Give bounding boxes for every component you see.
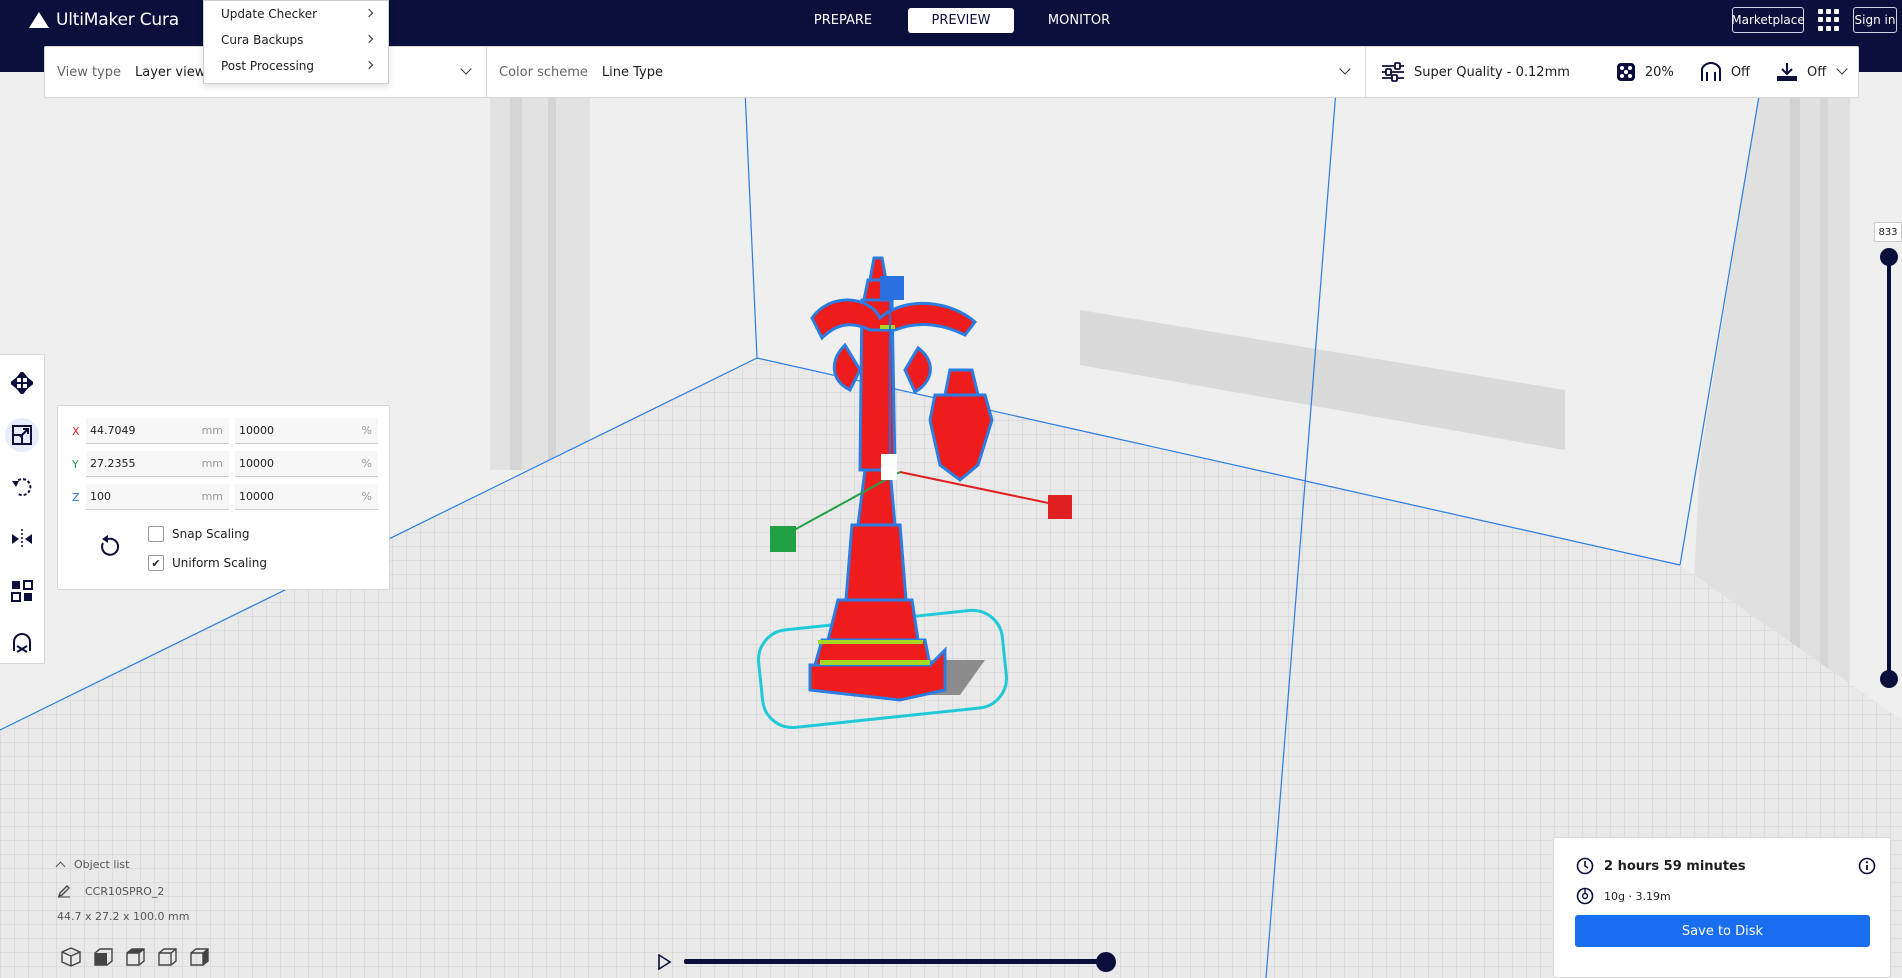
color-scheme-chevron-down-icon[interactable]: [1339, 63, 1351, 75]
tab-monitor[interactable]: MONITOR: [1026, 8, 1132, 33]
tool-toolbar: [0, 354, 45, 664]
snap-scaling-checkbox[interactable]: Snap Scaling: [148, 526, 249, 542]
print-settings-summary[interactable]: Super Quality - 0.12mm 20% Off Off: [1381, 47, 1826, 97]
profile-label: Super Quality - 0.12mm: [1414, 64, 1570, 80]
scale-icon: [12, 425, 32, 445]
scale-row-z: Z 100 mm 10000%: [72, 484, 384, 510]
adhesion-value: Off: [1807, 64, 1827, 80]
material-usage-row: 10g · 3.19m: [1576, 887, 1671, 905]
scale-tool-panel: X 44.7049 mm 10000% Y 27.2355 mm 10000% Z …: [57, 405, 390, 590]
apps-grid-icon[interactable]: [1818, 9, 1840, 31]
save-to-disk-button[interactable]: Save to Disk: [1575, 915, 1870, 947]
play-icon: [658, 954, 672, 970]
infill-icon: [1616, 63, 1635, 81]
app-logo: UltiMaker Cura: [29, 10, 179, 30]
extensions-menu: Update Checker Cura Backups Post Process…: [203, 0, 389, 84]
move-tool[interactable]: [5, 366, 39, 400]
scale-x-percent-input[interactable]: 10000%: [235, 418, 378, 444]
scale-y-percent-input[interactable]: 10000%: [235, 451, 378, 477]
chevron-right-icon: [364, 34, 374, 44]
front-view-icon[interactable]: [92, 946, 114, 968]
uniform-scaling-checkbox[interactable]: ✔ Uniform Scaling: [148, 555, 267, 571]
tab-preview[interactable]: PREVIEW: [908, 8, 1014, 33]
per-model-settings-icon: [11, 580, 33, 602]
z-axis-handle: [880, 276, 904, 300]
menu-item-update-checker[interactable]: Update Checker: [204, 1, 388, 27]
reset-scale-button[interactable]: [96, 534, 122, 560]
scale-z-mm-input[interactable]: 100 mm: [86, 484, 229, 510]
y-axis-handle: [770, 526, 796, 552]
layer-slider-bottom-handle[interactable]: [1880, 670, 1898, 688]
view-type-chevron-down-icon[interactable]: [460, 63, 472, 75]
reset-icon: [101, 535, 120, 556]
info-icon: [1858, 857, 1876, 875]
layer-number-field[interactable]: 833: [1874, 222, 1902, 242]
menu-item-cura-backups[interactable]: Cura Backups: [204, 27, 388, 53]
scale-x-mm-input[interactable]: 44.7049 mm: [86, 418, 229, 444]
infill-value: 20%: [1644, 64, 1674, 80]
play-button[interactable]: [654, 952, 674, 972]
left-view-icon[interactable]: [156, 946, 178, 968]
object-list-item[interactable]: CCR10SPRO_2: [57, 884, 189, 898]
support-blocker-icon: [13, 632, 31, 653]
per-model-settings-tool[interactable]: [5, 574, 39, 608]
scale-row-y: Y 27.2355 mm 10000%: [72, 451, 384, 477]
layer-slider-track[interactable]: [1887, 256, 1891, 681]
scale-row-x: X 44.7049 mm 10000%: [72, 418, 384, 444]
stage-tabs: PREPARE PREVIEW MONITOR: [790, 8, 1132, 33]
sliders-icon: [1382, 62, 1404, 82]
scale-tool[interactable]: [5, 418, 39, 452]
move-icon: [11, 372, 33, 394]
ultimaker-logo-icon: [29, 12, 49, 28]
print-settings-chevron-down-icon[interactable]: [1836, 63, 1848, 75]
chevron-right-icon: [364, 8, 374, 18]
tab-prepare[interactable]: PREPARE: [790, 8, 896, 33]
chevron-up-icon: [55, 861, 66, 872]
rotate-icon: [12, 478, 32, 497]
menu-item-post-processing[interactable]: Post Processing: [204, 53, 388, 79]
clock-icon: [1576, 857, 1594, 875]
spool-icon: [1576, 887, 1594, 905]
camera-view-buttons: [60, 946, 210, 968]
mirror-icon: [12, 529, 32, 549]
object-dimensions: 44.7 x 27.2 x 100.0 mm: [57, 910, 190, 923]
rotate-tool[interactable]: [5, 470, 39, 504]
scale-y-mm-input[interactable]: 27.2355 mm: [86, 451, 229, 477]
color-scheme-selector[interactable]: Color scheme Line Type: [499, 47, 663, 97]
print-time-row: 2 hours 59 minutes: [1576, 857, 1746, 875]
marketplace-button[interactable]: Marketplace: [1731, 7, 1805, 33]
scale-z-percent-input[interactable]: 10000%: [235, 484, 378, 510]
support-blocker-tool[interactable]: [5, 626, 39, 660]
support-value: Off: [1730, 64, 1751, 80]
edit-pencil-icon: [57, 885, 70, 898]
printer-frame-left: [490, 90, 590, 470]
3d-view-icon[interactable]: [60, 946, 82, 968]
object-list-toggle[interactable]: Object list: [55, 858, 189, 872]
chevron-right-icon: [364, 60, 374, 70]
center-handle: [881, 454, 897, 480]
layer-slider-top-handle[interactable]: [1880, 248, 1898, 266]
back-rail: [1080, 310, 1565, 450]
path-slider-track[interactable]: [684, 959, 1108, 964]
right-view-icon[interactable]: [188, 946, 210, 968]
mirror-tool[interactable]: [5, 522, 39, 556]
view-type-selector[interactable]: View type Layer view: [57, 47, 205, 97]
print-info-button[interactable]: [1858, 857, 1876, 879]
top-view-icon[interactable]: [124, 946, 146, 968]
snap-scaling-check[interactable]: [148, 526, 164, 542]
uniform-scaling-check[interactable]: ✔: [148, 555, 164, 571]
print-summary-panel: 2 hours 59 minutes 10g · 3.19m Save to D…: [1553, 837, 1891, 978]
object-list: Object list CCR10SPRO_2 44.7 x 27.2 x 10…: [55, 858, 190, 923]
x-axis-handle: [1048, 495, 1072, 519]
support-icon: [1700, 62, 1721, 81]
adhesion-icon: [1777, 63, 1798, 81]
sign-in-button[interactable]: Sign in: [1853, 7, 1897, 33]
path-slider-handle[interactable]: [1096, 952, 1116, 972]
